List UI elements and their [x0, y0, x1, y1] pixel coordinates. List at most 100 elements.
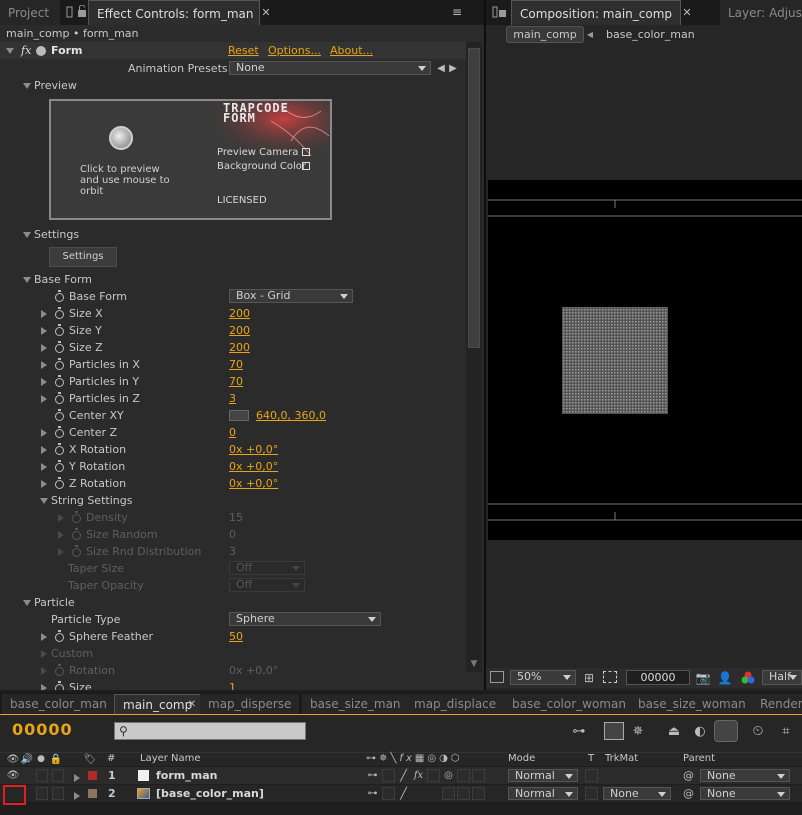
parent-dropdown[interactable]: None [700, 769, 790, 782]
scrollbar-track[interactable] [466, 42, 482, 672]
stopwatch-icon[interactable] [55, 306, 64, 319]
timeline-tab[interactable]: base_size_man [302, 694, 409, 714]
stopwatch-icon[interactable] [55, 408, 64, 421]
solo-toggle[interactable] [36, 769, 48, 782]
stopwatch-icon[interactable] [55, 629, 64, 642]
label-color-swatch[interactable] [88, 771, 97, 780]
about-link[interactable]: About... [330, 42, 373, 59]
settings-button[interactable]: Settings [49, 247, 117, 267]
snapshot-region-icon[interactable] [490, 671, 504, 683]
center-xy-value[interactable]: 640,0, 360,0 [256, 407, 326, 424]
disclosure-triangle[interactable] [41, 480, 47, 488]
composition-viewer[interactable] [488, 180, 802, 540]
adjustment-switch[interactable] [457, 769, 470, 782]
particles-y-value[interactable]: 70 [229, 373, 243, 390]
disclosure-triangle[interactable] [58, 548, 64, 556]
scroll-down-icon[interactable]: ▼ [466, 658, 482, 670]
stopwatch-icon[interactable] [55, 391, 64, 404]
disclosure-triangle[interactable] [6, 48, 14, 54]
particles-z-value[interactable]: 3 [229, 390, 236, 407]
stopwatch-icon[interactable] [55, 374, 64, 387]
disclosure-triangle[interactable] [41, 633, 47, 641]
motion-blur-switch-icon[interactable]: ◎ [442, 769, 455, 782]
hide-shy-layers-icon[interactable]: ✵ [628, 722, 648, 740]
options-link[interactable]: Options... [268, 42, 321, 59]
y-rotation-value[interactable]: 0x +0,0° [229, 458, 278, 475]
resolution-dropdown[interactable]: Half [762, 670, 802, 685]
frame-blend-switch[interactable] [427, 769, 440, 782]
show-snapshot-icon[interactable]: 👤 [718, 670, 733, 685]
size-z-value[interactable]: 200 [229, 339, 250, 356]
pickwhip-icon[interactable]: @ [682, 769, 695, 782]
layer-row[interactable]: 👁 1 form_man ⊶ ╱ fx ◎ Normal @ None [0, 767, 802, 784]
shy-switch-icon[interactable]: ⊶ [366, 787, 379, 800]
layer-row[interactable]: 2 [base_color_man] ⊶ ╱ Normal None @ Non… [0, 785, 802, 805]
preserve-transparency-toggle[interactable] [585, 769, 598, 782]
tab-effect-controls[interactable]: Effect Controls: form_man [88, 0, 260, 25]
eye-icon[interactable]: 👁 [7, 769, 20, 782]
comp-mini-flowchart-icon[interactable]: ⊶ [568, 722, 590, 740]
color-channels-icon[interactable] [741, 671, 755, 685]
roi-icon[interactable] [603, 671, 617, 683]
disclosure-triangle[interactable] [41, 446, 47, 454]
tab-layer[interactable]: Layer: Adjustm [720, 0, 802, 25]
stopwatch-icon[interactable] [55, 459, 64, 472]
tab-composition[interactable]: Composition: main_comp [511, 0, 681, 25]
disclosure-triangle[interactable] [41, 395, 47, 403]
sphere-feather-value[interactable]: 50 [229, 628, 243, 645]
stopwatch-icon[interactable] [72, 510, 81, 523]
z-rotation-value[interactable]: 0x +0,0° [229, 475, 278, 492]
layer-name[interactable]: [base_color_man] [156, 785, 264, 802]
size-y-value[interactable]: 200 [229, 322, 250, 339]
stopwatch-icon[interactable] [72, 544, 81, 557]
motion-blur-switch[interactable] [442, 787, 455, 800]
comp-breadcrumb-main[interactable]: main_comp [506, 26, 584, 43]
frame-blending-icon[interactable]: ⏏ [664, 722, 684, 740]
quality-switch-icon[interactable]: ╱ [397, 769, 410, 782]
tab-project[interactable]: Project [0, 0, 60, 25]
close-icon[interactable]: ✕ [186, 697, 198, 711]
3d-layer-switch[interactable] [472, 787, 485, 800]
quality-switch-icon[interactable]: ╱ [397, 787, 410, 800]
disclosure-triangle[interactable] [41, 463, 47, 471]
zoom-dropdown[interactable]: 50% [510, 670, 576, 685]
close-icon[interactable]: ✕ [260, 5, 272, 19]
stopwatch-icon[interactable] [55, 476, 64, 489]
disclosure-triangle[interactable] [58, 531, 64, 539]
viewer-timecode[interactable]: 00000 [626, 670, 690, 685]
fx-switch-icon[interactable]: fx [412, 769, 425, 782]
label-color-swatch[interactable] [88, 789, 97, 798]
particle-type-dropdown[interactable]: Sphere [229, 612, 381, 626]
stopwatch-icon[interactable] [55, 289, 64, 302]
disclosure-triangle[interactable] [41, 361, 47, 369]
preview-box[interactable]: TRAPCODE FORM Click to preview and use m… [49, 99, 332, 220]
timeline-tab[interactable]: base_size_woman [630, 694, 754, 714]
size-x-value[interactable]: 200 [229, 305, 250, 322]
disclosure-triangle[interactable] [41, 378, 47, 386]
collapse-switch[interactable] [382, 787, 395, 800]
stopwatch-icon[interactable] [55, 663, 64, 676]
mode-dropdown[interactable]: Normal [508, 769, 578, 782]
parent-dropdown[interactable]: None [700, 787, 790, 800]
solo-toggle[interactable] [36, 787, 48, 800]
motion-blur-icon[interactable]: ◐ [690, 722, 710, 740]
3d-layer-switch[interactable] [472, 769, 485, 782]
timeline-tab[interactable]: base_color_man [2, 694, 115, 714]
disclosure-triangle[interactable] [41, 310, 47, 318]
particles-x-value[interactable]: 70 [229, 356, 243, 373]
center-z-value[interactable]: 0 [229, 424, 236, 441]
fit-icon[interactable]: ⊞ [582, 670, 596, 685]
crosshair-icon[interactable] [229, 410, 249, 421]
disclosure-triangle[interactable] [41, 429, 47, 437]
disclosure-triangle[interactable] [23, 232, 31, 238]
timeline-tab[interactable]: Render [752, 694, 802, 714]
preset-prev-icon[interactable]: ◀ [437, 61, 445, 75]
disclosure-triangle[interactable] [74, 774, 80, 782]
close-icon[interactable]: ✕ [681, 5, 693, 19]
timeline-timecode[interactable]: 00000 [12, 720, 73, 739]
lock-toggle[interactable] [52, 787, 64, 800]
disclosure-triangle[interactable] [74, 792, 80, 800]
panel-lock-icon[interactable] [492, 5, 508, 19]
disclosure-triangle[interactable] [41, 344, 47, 352]
mode-dropdown[interactable]: Normal [508, 787, 578, 800]
